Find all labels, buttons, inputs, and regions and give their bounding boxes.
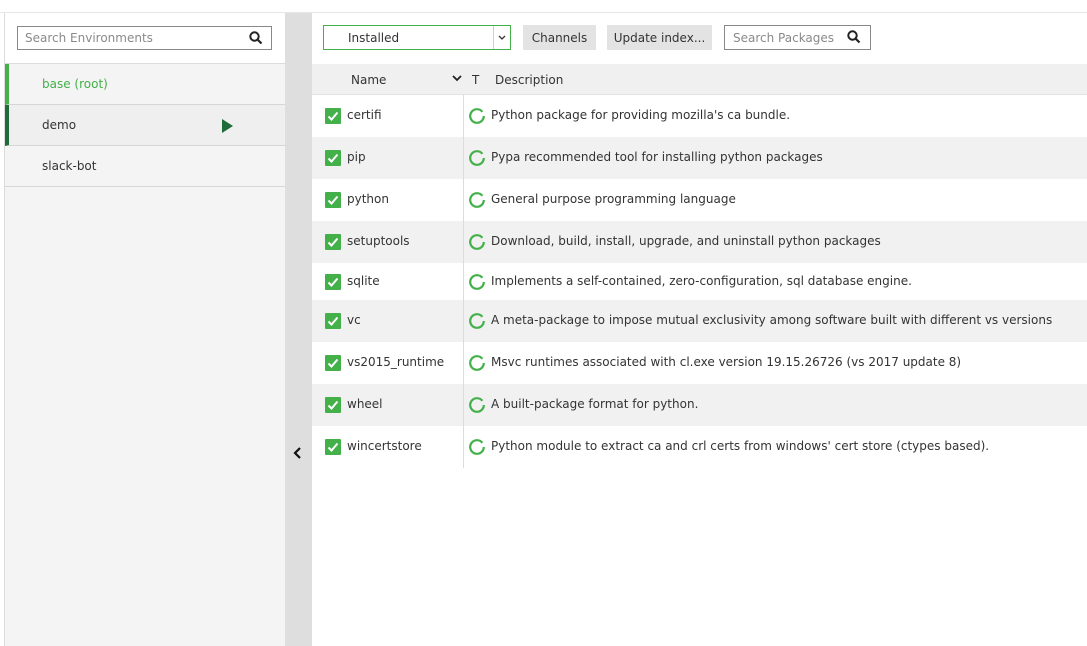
package-description: Implements a self-contained, zero-config… [491,273,912,288]
installed-checkbox[interactable] [325,313,341,329]
package-status-icon [469,273,485,290]
package-status-icon [469,355,485,371]
packages-pane: Installed Channels Update index... Name … [312,13,1087,646]
installed-checkbox[interactable] [325,439,341,455]
installed-checkbox[interactable] [325,397,341,413]
table-row[interactable]: sqlite Implements a self-contained, zero… [312,263,1087,300]
package-name: wincertstore [347,439,422,453]
collapse-sidebar-strip [285,13,312,646]
package-status-icon [469,150,485,166]
table-row[interactable]: wheel A built-package format for python. [312,384,1087,426]
column-divider [463,342,464,384]
package-description: A meta-package to impose mutual exclusiv… [491,313,1053,327]
package-description: Pypa recommended tool for installing pyt… [491,150,823,164]
table-row[interactable]: vc A meta-package to impose mutual exclu… [312,300,1087,342]
package-status-icon [469,397,485,413]
package-description: General purpose programming language [491,192,736,206]
package-name: pip [347,150,366,164]
package-name: sqlite [347,273,380,288]
environment-item-demo[interactable]: demo [5,105,286,146]
installed-checkbox[interactable] [325,355,341,371]
package-filter-dropdown[interactable]: Installed [323,25,511,50]
package-table: certifi Python package for providing moz… [312,95,1087,468]
package-search-box[interactable] [724,25,871,50]
search-icon[interactable] [846,29,862,45]
package-name: vc [347,313,361,327]
packages-toolbar: Installed Channels Update index... [312,13,1087,63]
environment-list: base (root) demo slack-bot [5,64,286,187]
package-name: vs2015_runtime [347,355,445,369]
environment-name: slack-bot [42,159,97,173]
package-search-input[interactable] [725,26,843,49]
environment-search-box[interactable] [17,26,272,50]
column-divider [463,95,464,137]
package-name: wheel [347,397,383,411]
package-name: certifi [347,108,382,122]
installed-checkbox[interactable] [325,150,341,166]
sort-chevron-down-icon[interactable] [451,72,463,84]
table-row[interactable]: vs2015_runtime Msvc runtimes associated … [312,342,1087,384]
chevron-down-icon[interactable] [493,26,510,49]
installed-checkbox[interactable] [325,108,341,124]
package-name: python [347,192,389,206]
column-divider [463,384,464,426]
package-name: setuptools [347,234,410,248]
installed-checkbox[interactable] [325,273,341,290]
package-status-icon [469,108,485,124]
environments-pane: base (root) demo slack-bot [4,13,286,646]
column-divider [463,179,464,221]
package-description: Download, build, install, upgrade, and u… [491,234,881,248]
environment-item-base[interactable]: base (root) [5,64,286,105]
column-divider [463,426,464,468]
table-row[interactable]: wincertstore Python module to extract ca… [312,426,1087,468]
column-divider [463,221,464,263]
environment-item-slack-bot[interactable]: slack-bot [5,146,286,187]
table-row[interactable]: setuptools Download, build, install, upg… [312,221,1087,263]
column-divider [463,263,464,300]
table-row[interactable]: pip Pypa recommended tool for installing… [312,137,1087,179]
channels-button[interactable]: Channels [523,25,596,50]
package-description: Msvc runtimes associated with cl.exe ver… [491,355,962,369]
installed-checkbox[interactable] [325,192,341,208]
top-edge [0,0,1087,13]
play-icon[interactable] [222,119,233,133]
update-index-button[interactable]: Update index... [607,25,712,50]
package-status-icon [469,234,485,250]
package-status-icon [469,439,485,455]
environment-name: base (root) [42,77,108,91]
table-row[interactable]: certifi Python package for providing moz… [312,95,1087,137]
column-header-type[interactable]: T [472,73,479,87]
package-status-icon [469,313,485,329]
environment-search-input[interactable] [18,27,235,49]
table-header: Name T Description [312,64,1087,95]
table-row[interactable]: python General purpose programming langu… [312,179,1087,221]
column-header-name[interactable]: Name [351,73,386,87]
package-description: Python module to extract ca and crl cert… [491,439,990,453]
installed-checkbox[interactable] [325,234,341,250]
column-divider [463,137,464,179]
column-header-description[interactable]: Description [495,73,563,87]
environments-header [5,13,286,64]
column-divider [463,300,464,342]
environment-name: demo [42,118,77,132]
package-description: A built-package format for python. [491,397,699,411]
chevron-left-icon[interactable] [292,445,304,461]
package-status-icon [469,192,485,208]
package-description: Python package for providing mozilla's c… [491,108,791,122]
search-icon[interactable] [248,30,264,46]
package-filter-value: Installed [348,31,400,45]
